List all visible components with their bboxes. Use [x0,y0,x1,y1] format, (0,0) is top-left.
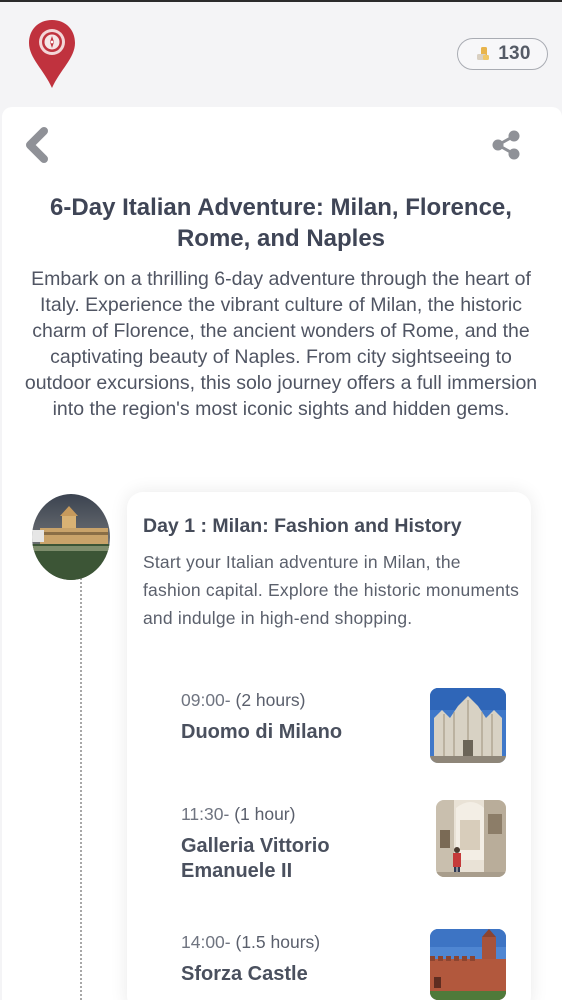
activity-image[interactable] [436,800,506,877]
activity-start-time: 14:00- [181,932,231,952]
day-description: Start your Italian adventure in Milan, t… [143,552,520,628]
activity-name[interactable]: Sforza Castle [181,962,411,987]
activity-time: 14:00- (1.5 hours) [181,932,320,953]
activity-duration: (1 hour) [229,804,296,824]
chevron-left-icon [26,127,48,163]
map-pin-icon[interactable] [26,18,78,90]
activity-start-time: 11:30- [181,804,230,824]
share-icon [492,130,520,160]
activity-start-time: 09:00- [181,690,231,710]
day-1-thumbnail[interactable] [32,494,110,580]
trip-title: 6-Day Italian Adventure: Milan, Florence… [50,194,512,252]
coins-icon [474,45,492,63]
activity-image[interactable] [430,688,506,763]
activity-time: 09:00- (2 hours) [181,690,306,711]
trip-description: Embark on a thrilling 6-day adventure th… [24,268,538,420]
activity-duration: (1.5 hours) [230,932,321,952]
share-button[interactable] [488,128,524,162]
activity-time: 11:30- (1 hour) [181,804,295,825]
coin-balance[interactable]: 130 [457,38,548,70]
activity-name[interactable]: Galleria Vittorio Emanuele II [181,834,411,884]
back-button[interactable] [24,127,52,163]
activity-image[interactable] [430,929,506,1000]
top-border [0,0,562,2]
activity-name[interactable]: Duomo di Milano [181,720,411,745]
coin-count: 130 [498,43,531,64]
timeline-connector [80,578,82,1000]
activity-duration: (2 hours) [230,690,306,710]
day-title: Day 1 : Milan: Fashion and History [143,515,462,537]
